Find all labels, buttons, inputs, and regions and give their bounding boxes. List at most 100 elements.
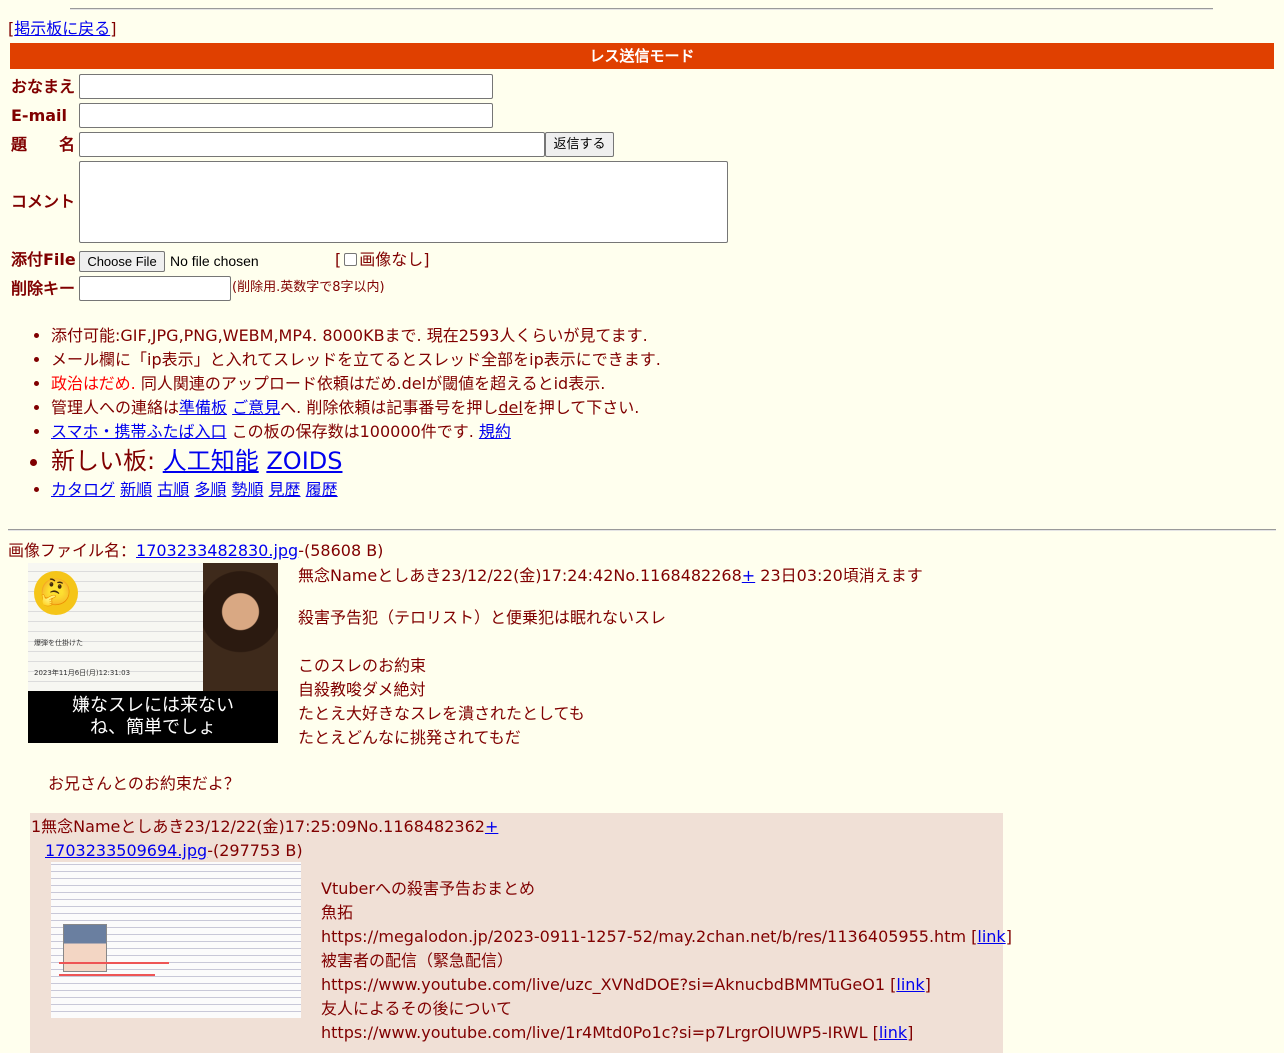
thread-expire-time: 23日03:20頃消えます (755, 566, 923, 585)
reply-image-link[interactable]: 1703233509694.jpg (45, 841, 207, 860)
thread-post-meta: 無念Nameとしあき23/12/22(金)17:24:42No.11684822… (298, 566, 742, 585)
delete-key-label: 削除キー (11, 279, 76, 298)
storage-count-text: この板の保存数は100000件です. (226, 422, 479, 441)
rule-politics: 政治はだめ. 同人関連のアップロード依頼はだめ.delが閾値を超えるとid表示. (51, 372, 1051, 396)
reply-body-line: 魚拓 (321, 903, 354, 922)
reply-body-line: https://megalodon.jp/2023-0911-1257-52/m… (321, 927, 1012, 946)
reply-body-line: Vtuberへの殺害予告おまとめ (321, 879, 535, 898)
sort-links: カタログ 新順 古順 多順 勢順 見歴 履歴 (51, 478, 1051, 502)
sort-old-link[interactable]: 古順 (157, 480, 189, 499)
megalodon-link[interactable]: link (977, 927, 1005, 946)
sort-many-link[interactable]: 多順 (194, 480, 226, 499)
comment-label: コメント (11, 192, 76, 211)
thread-body-line: このスレのお約束 (298, 656, 427, 675)
comment-textarea[interactable] (79, 161, 728, 243)
reply-body-line: https://www.youtube.com/live/1r4Mtd0Po1c… (321, 1023, 914, 1042)
subject-label: 題 名 (11, 135, 76, 154)
rule-contact-text-c: を押して下さい. (522, 398, 640, 417)
rule-mobile: スマホ・携帯ふたば入口 この板の保存数は100000件です. 規約 (51, 420, 1051, 444)
thread-body-line: たとえ大好きなスレを潰されたとしても (298, 704, 585, 723)
name-label: おなまえ (11, 77, 76, 96)
reply-header: 1無念Nameとしあき23/12/22(金)17:25:09No.1168482… (31, 817, 498, 837)
rule-ip-display: メール欄に「ip表示」と入れてスレッドを立てるとスレッド全部をip表示にできます… (51, 348, 1051, 372)
no-image-checkbox[interactable] (344, 253, 358, 266)
thumbnail-caption-line-1: 嫌なスレには来ない (72, 695, 234, 716)
reply-file-size: -(297753 B) (207, 841, 303, 860)
thread-closing-line: お兄さんとのお約束だよ？ (48, 774, 240, 793)
rule-upload-info: 添付可能:GIF,JPG,PNG,WEBM,MP4. 8000KBまで. 現在2… (51, 324, 1051, 348)
youtube-link-1[interactable]: link (896, 975, 924, 994)
rule-contact: 管理人への連絡は準備板 ご意見へ. 削除依頼は記事番号を押しdelを押して下さい… (51, 396, 1051, 420)
reply-post: 1無念Nameとしあき23/12/22(金)17:25:09No.1168482… (30, 813, 1012, 1053)
prep-board-link[interactable]: 準備板 (179, 398, 227, 417)
delete-key-hint: (削除用.英数字で8字以内) (232, 280, 385, 295)
rule-politics-warning: 政治はだめ. (51, 374, 136, 393)
thread-thumbnail[interactable]: 🤔 爆弾を仕掛けた 2023年11月6日(月)12:31:03 嫌なスレには来な… (28, 563, 278, 743)
email-label: E-mail (11, 106, 68, 125)
feedback-link[interactable]: ご意見 (232, 398, 280, 417)
choose-file-button[interactable]: Choose File (79, 251, 165, 272)
thread-post-header: 無念Nameとしあき23/12/22(金)17:24:42No.11684822… (298, 566, 923, 586)
email-input[interactable] (79, 103, 493, 128)
sort-momentum-link[interactable]: 勢順 (231, 480, 263, 499)
terms-link[interactable]: 規約 (479, 422, 511, 441)
thread-body-line: たとえどんなに挑発されてもだ (298, 728, 521, 747)
thread-post-body: 殺害予告犯（テロリスト）と便乗犯は眠れないスレ このスレのお約束 自殺教唆ダメ絶… (298, 606, 666, 750)
reply-body-line: 被害者の配信（緊急配信） (321, 951, 514, 970)
file-name-prefix: 画像ファイル名： (8, 541, 137, 560)
youtube-url-1: https://www.youtube.com/live/uzc_XVNdDOE… (321, 975, 886, 994)
youtube-url-2: https://www.youtube.com/live/1r4Mtd0Po1c… (321, 1023, 868, 1042)
thread-plus-link[interactable]: + (742, 566, 755, 585)
reply-thumbnail[interactable] (51, 862, 301, 1018)
reply-thumbnail-highlight (59, 962, 169, 964)
thread-body-line: 殺害予告犯（テロリスト）と便乗犯は眠れないスレ (298, 608, 667, 627)
rule-politics-text: 同人関連のアップロード依頼はだめ.delが閾値を超えるとid表示. (135, 374, 606, 393)
reply-meta: 1無念Nameとしあき23/12/22(金)17:25:09No.1168482… (31, 817, 485, 836)
youtube-link-2[interactable]: link (879, 1023, 907, 1042)
thread-file-info: 画像ファイル名：1703233482830.jpg-(58608 B) (8, 541, 383, 561)
reply-body: Vtuberへの殺害予告おまとめ 魚拓 https://megalodon.jp… (321, 877, 1012, 1045)
rule-contact-text-b: へ. 削除依頼は記事番号を押し (280, 398, 499, 417)
mobile-entrance-link[interactable]: スマホ・携帯ふたば入口 (51, 422, 227, 441)
thread-file-size: -(58608 B) (298, 541, 384, 560)
back-link-wrapper: [掲示板に戻る] (8, 19, 117, 38)
reply-thumbnail-avatar (63, 924, 107, 972)
reply-mode-banner: レス送信モード (10, 43, 1274, 69)
reply-plus-link[interactable]: + (485, 817, 498, 836)
no-image-label: 画像なし (359, 250, 424, 269)
name-input[interactable] (79, 74, 493, 99)
file-label: 添付File (11, 250, 76, 269)
viewed-history-link[interactable]: 見歴 (269, 480, 301, 499)
catalog-link[interactable]: カタログ (51, 480, 115, 499)
thumbnail-text-1: 爆弾を仕掛けた (34, 639, 83, 647)
reply-file-info: 1703233509694.jpg-(297753 B) (45, 841, 303, 861)
top-divider (70, 8, 1213, 10)
thread-divider (8, 529, 1276, 531)
rule-contact-text-a: 管理人への連絡は (51, 398, 180, 417)
thumbnail-caption-line-2: ね、簡単でしょ (90, 717, 216, 738)
del-text: del (498, 398, 523, 417)
new-board-zoids-link[interactable]: ZOIDS (266, 447, 342, 475)
no-image-option: [画像なし] (335, 250, 430, 269)
new-boards-label: 新しい板: (51, 447, 163, 475)
subject-input[interactable] (79, 132, 545, 157)
sort-new-link[interactable]: 新順 (120, 480, 152, 499)
new-boards: 新しい板: 人工知能 ZOIDS (51, 444, 1051, 478)
board-rules-list: 添付可能:GIF,JPG,PNG,WEBM,MP4. 8000KBまで. 現在2… (22, 324, 1051, 502)
thumbnail-caption: 嫌なスレには来ない ね、簡単でしょ (28, 691, 278, 743)
back-to-board-link[interactable]: 掲示板に戻る (14, 19, 110, 38)
reply-body-line: 友人によるその後について (321, 999, 513, 1018)
thinking-face-icon: 🤔 (34, 571, 78, 615)
submit-reply-button[interactable]: 返信する (545, 132, 614, 157)
post-history-link[interactable]: 履歴 (306, 480, 338, 499)
megalodon-url: https://megalodon.jp/2023-0911-1257-52/m… (321, 927, 967, 946)
delete-key-input[interactable] (79, 276, 231, 301)
thumbnail-portrait (203, 563, 278, 691)
new-board-ai-link[interactable]: 人工知能 (163, 447, 259, 475)
thread-body-line: 自殺教唆ダメ絶対 (298, 680, 426, 699)
thread-image-link[interactable]: 1703233482830.jpg (136, 541, 298, 560)
reply-thumbnail-highlight (59, 974, 155, 976)
thread-body-line (298, 630, 666, 654)
file-status-text: No file chosen (170, 253, 259, 269)
reply-body-line: https://www.youtube.com/live/uzc_XVNdDOE… (321, 975, 931, 994)
